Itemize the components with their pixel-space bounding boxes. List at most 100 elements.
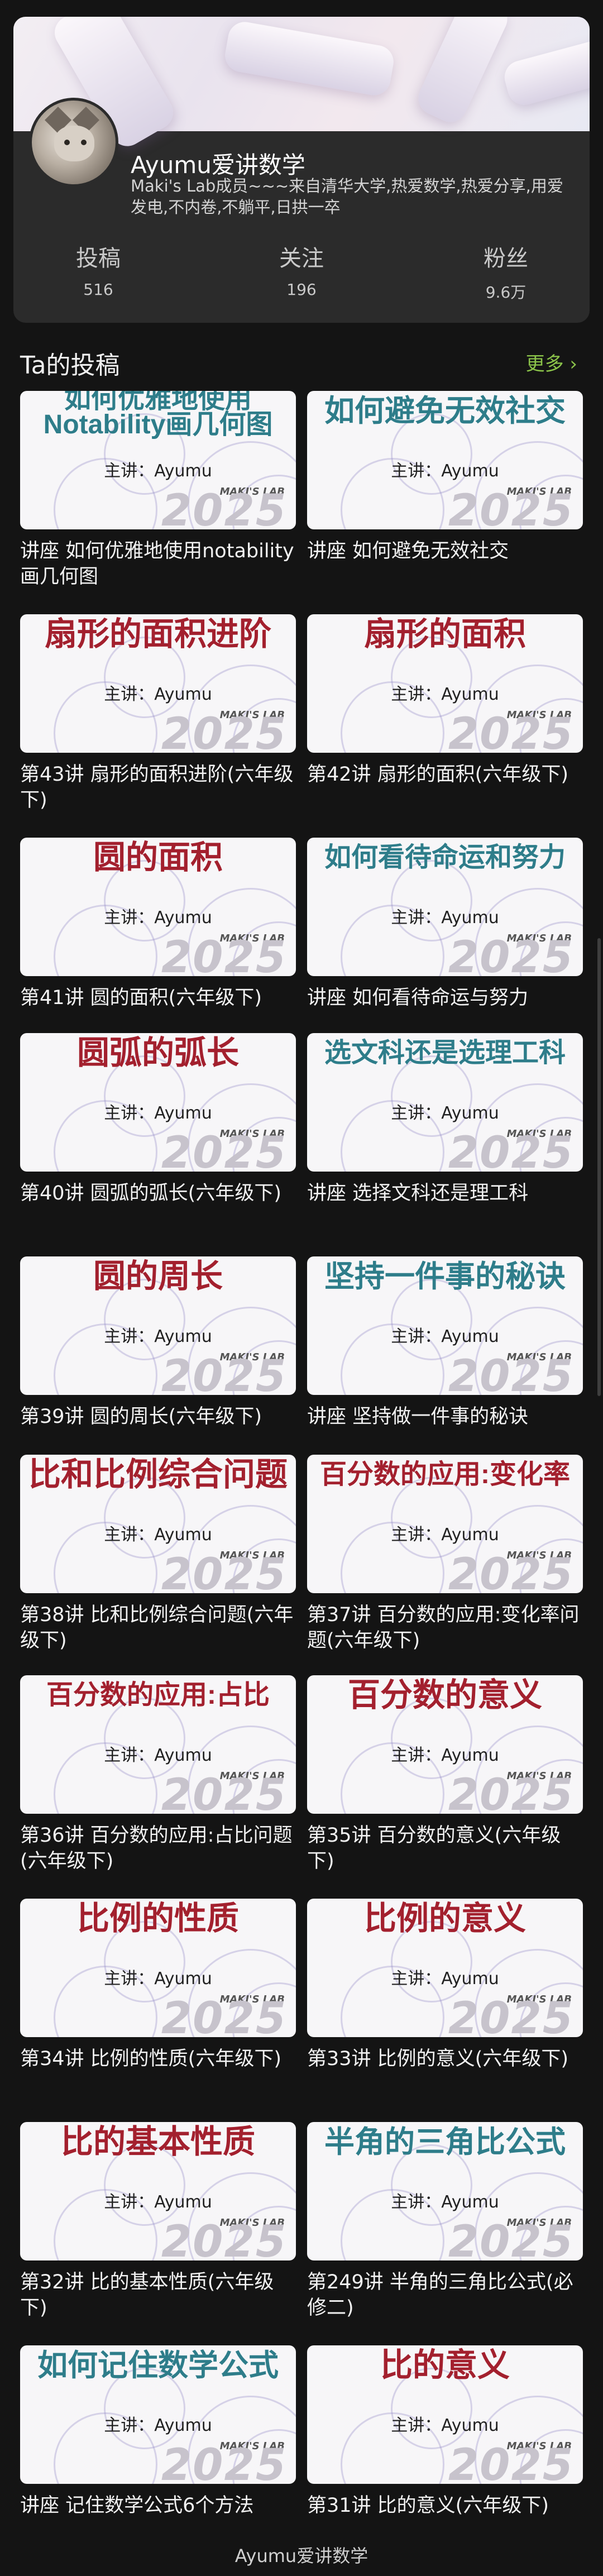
video-card[interactable]: 圆的面积 主讲：Ayumu MAKI'S LAB 2025 第41讲 圆的面积(六年级下…: [20, 838, 296, 1011]
stat-value: 196: [286, 280, 317, 299]
cover-speaker: 主讲：Ayumu: [391, 1327, 499, 1346]
stat-posts[interactable]: 投稿 516: [42, 240, 154, 299]
video-thumbnail[interactable]: 如何优雅地使用Notability画几何图 主讲：Ayumu MAKI'S LAB 2…: [20, 391, 296, 529]
video-title[interactable]: 第249讲 半角的三角比公式(必修二): [307, 2269, 583, 2321]
cover-speaker: 主讲：Ayumu: [391, 461, 499, 481]
video-title[interactable]: 第34讲 比例的性质(六年级下): [20, 2046, 296, 2072]
video-title[interactable]: 第36讲 百分数的应用:占比问题(六年级下): [20, 1823, 296, 1874]
cover-year: 2025: [161, 1770, 287, 1814]
cover-speaker: 主讲：Ayumu: [104, 1327, 212, 1346]
video-thumbnail[interactable]: 扇形的面积进阶 主讲：Ayumu MAKI'S LAB 2025: [20, 614, 296, 753]
section-title: Ta的投稿: [20, 351, 120, 380]
cover-year: 2025: [161, 2217, 287, 2260]
video-thumbnail[interactable]: 如何记住数学公式 主讲：Ayumu MAKI'S LAB 2025: [20, 2345, 296, 2484]
cover-title: 比的基本性质: [60, 2124, 255, 2160]
cover-title: 选文科还是选理工科: [324, 1038, 566, 1068]
video-card[interactable]: 比例的意义 主讲：Ayumu MAKI'S LAB 2025 第33讲 比例的意义(六年…: [307, 1899, 583, 2072]
video-thumbnail[interactable]: 比的意义 主讲：Ayumu MAKI'S LAB 2025: [307, 2345, 583, 2484]
video-card[interactable]: 选文科还是选理工科 主讲：Ayumu MAKI'S LAB 2025 讲座 选择文科还是…: [307, 1033, 583, 1206]
scrollbar[interactable]: [597, 938, 601, 1396]
video-thumbnail[interactable]: 如何看待命运和努力 主讲：Ayumu MAKI'S LAB 2025: [307, 838, 583, 976]
cover-year: 2025: [161, 486, 287, 529]
video-title[interactable]: 第38讲 比和比例综合问题(六年级下): [20, 1602, 296, 1653]
video-card[interactable]: 比的基本性质 主讲：Ayumu MAKI'S LAB 2025 第32讲 比的基本性质(…: [20, 2122, 296, 2321]
stat-following[interactable]: 关注 196: [246, 240, 357, 299]
video-thumbnail[interactable]: 比例的意义 主讲：Ayumu MAKI'S LAB 2025: [307, 1899, 583, 2037]
cover-title: 百分数的意义: [347, 1677, 542, 1713]
cover-year: 2025: [448, 1994, 574, 2037]
video-card[interactable]: 如何避免无效社交 主讲：Ayumu MAKI'S LAB 2025 讲座 如何避免无效社…: [307, 391, 583, 564]
cover-year: 2025: [161, 1550, 287, 1593]
video-title[interactable]: 第40讲 圆弧的弧长(六年级下): [20, 1181, 296, 1206]
cover-speaker: 主讲：Ayumu: [104, 908, 212, 928]
video-title[interactable]: 讲座 如何优雅地使用notability画几何图: [20, 538, 296, 590]
video-title[interactable]: 讲座 选择文科还是理工科: [307, 1181, 583, 1206]
video-title[interactable]: 第43讲 扇形的面积进阶(六年级下): [20, 762, 296, 813]
video-thumbnail[interactable]: 比和比例综合问题 主讲：Ayumu MAKI'S LAB 2025: [20, 1455, 296, 1593]
video-thumbnail[interactable]: 圆的面积 主讲：Ayumu MAKI'S LAB 2025: [20, 838, 296, 976]
avatar[interactable]: [29, 98, 118, 187]
video-thumbnail[interactable]: 坚持一件事的秘诀 主讲：Ayumu MAKI'S LAB 2025: [307, 1256, 583, 1395]
cover-title: 比和比例综合问题: [28, 1456, 288, 1493]
video-card[interactable]: 如何优雅地使用Notability画几何图 主讲：Ayumu MAKI'S LAB 2…: [20, 391, 296, 590]
video-card[interactable]: 比和比例综合问题 主讲：Ayumu MAKI'S LAB 2025 第38讲 比和比例综…: [20, 1455, 296, 1653]
cover-title: 坚持一件事的秘诀: [324, 1260, 566, 1293]
video-thumbnail[interactable]: 百分数的应用:占比 主讲：Ayumu MAKI'S LAB 2025: [20, 1675, 296, 1814]
video-thumbnail[interactable]: 半角的三角比公式 主讲：Ayumu MAKI'S LAB 2025: [307, 2122, 583, 2260]
cover-speaker: 主讲：Ayumu: [391, 685, 499, 704]
cover-speaker: 主讲：Ayumu: [104, 685, 212, 704]
stat-label: 投稿: [76, 246, 121, 271]
video-title[interactable]: 第41讲 圆的面积(六年级下): [20, 985, 296, 1011]
video-card[interactable]: 比例的性质 主讲：Ayumu MAKI'S LAB 2025 第34讲 比例的性质(六年…: [20, 1899, 296, 2072]
video-card[interactable]: 半角的三角比公式 主讲：Ayumu MAKI'S LAB 2025 第249讲 半角的三…: [307, 2122, 583, 2321]
cover-title: 圆弧的弧长: [76, 1035, 239, 1071]
stat-label: 粉丝: [484, 246, 528, 271]
video-card[interactable]: 圆弧的弧长 主讲：Ayumu MAKI'S LAB 2025 第40讲 圆弧的弧长(六年…: [20, 1033, 296, 1206]
cover-speaker: 主讲：Ayumu: [391, 1103, 499, 1123]
video-thumbnail[interactable]: 百分数的应用:变化率 主讲：Ayumu MAKI'S LAB 2025: [307, 1455, 583, 1593]
video-thumbnail[interactable]: 圆的周长 主讲：Ayumu MAKI'S LAB 2025: [20, 1256, 296, 1395]
video-thumbnail[interactable]: 比的基本性质 主讲：Ayumu MAKI'S LAB 2025: [20, 2122, 296, 2260]
cover-speaker: 主讲：Ayumu: [391, 2192, 499, 2212]
video-title[interactable]: 讲座 如何避免无效社交: [307, 538, 583, 564]
video-thumbnail[interactable]: 选文科还是选理工科 主讲：Ayumu MAKI'S LAB 2025: [307, 1033, 583, 1172]
cover-title: 百分数的应用:变化率: [320, 1460, 570, 1489]
cover-title: 半角的三角比公式: [324, 2125, 566, 2159]
video-thumbnail[interactable]: 百分数的意义 主讲：Ayumu MAKI'S LAB 2025: [307, 1675, 583, 1814]
video-title[interactable]: 讲座 如何看待命运与努力: [307, 985, 583, 1011]
video-card[interactable]: 圆的周长 主讲：Ayumu MAKI'S LAB 2025 第39讲 圆的周长(六年级下…: [20, 1256, 296, 1430]
cover-speaker: 主讲：Ayumu: [391, 908, 499, 928]
video-card[interactable]: 百分数的意义 主讲：Ayumu MAKI'S LAB 2025 第35讲 百分数的意义(…: [307, 1675, 583, 1874]
video-title[interactable]: 第42讲 扇形的面积(六年级下): [307, 762, 583, 787]
video-thumbnail[interactable]: 比例的性质 主讲：Ayumu MAKI'S LAB 2025: [20, 1899, 296, 2037]
video-card[interactable]: 扇形的面积 主讲：Ayumu MAKI'S LAB 2025 第42讲 扇形的面积(六年…: [307, 614, 583, 787]
video-thumbnail[interactable]: 如何避免无效社交 主讲：Ayumu MAKI'S LAB 2025: [307, 391, 583, 529]
video-card[interactable]: 百分数的应用:变化率 主讲：Ayumu MAKI'S LAB 2025 第37讲 百分数…: [307, 1455, 583, 1653]
video-card[interactable]: 如何记住数学公式 主讲：Ayumu MAKI'S LAB 2025 讲座 记住数学公式6…: [20, 2345, 296, 2518]
video-card[interactable]: 百分数的应用:占比 主讲：Ayumu MAKI'S LAB 2025 第36讲 百分数的…: [20, 1675, 296, 1874]
cover-year: 2025: [161, 2440, 287, 2484]
cover-year: 2025: [448, 2440, 574, 2484]
video-title[interactable]: 第37讲 百分数的应用:变化率问题(六年级下): [307, 1602, 583, 1653]
video-title[interactable]: 第32讲 比的基本性质(六年级下): [20, 2269, 296, 2321]
video-thumbnail[interactable]: 圆弧的弧长 主讲：Ayumu MAKI'S LAB 2025: [20, 1033, 296, 1172]
more-link[interactable]: 更多 ›: [526, 348, 577, 376]
video-title[interactable]: 讲座 坚持做一件事的秘诀: [307, 1404, 583, 1430]
video-thumbnail[interactable]: 扇形的面积 主讲：Ayumu MAKI'S LAB 2025: [307, 614, 583, 753]
video-title[interactable]: 第31讲 比的意义(六年级下): [307, 2493, 583, 2518]
video-card[interactable]: 扇形的面积进阶 主讲：Ayumu MAKI'S LAB 2025 第43讲 扇形的面积进…: [20, 614, 296, 813]
video-title[interactable]: 第33讲 比例的意义(六年级下): [307, 2046, 583, 2072]
cover-year: 2025: [161, 1128, 287, 1172]
cover-title: 百分数的应用:占比: [46, 1680, 270, 1710]
cover-year: 2025: [448, 933, 574, 976]
cover-title: 如何优雅地使用Notability画几何图: [43, 391, 273, 439]
video-card[interactable]: 如何看待命运和努力 主讲：Ayumu MAKI'S LAB 2025 讲座 如何看待命运…: [307, 838, 583, 1011]
video-title[interactable]: 第39讲 圆的周长(六年级下): [20, 1404, 296, 1430]
video-title[interactable]: 讲座 记住数学公式6个方法: [20, 2493, 296, 2518]
cover-speaker: 主讲：Ayumu: [104, 461, 212, 481]
stat-followers[interactable]: 粉丝 9.6万: [450, 240, 562, 303]
cover-title: 比例的意义: [363, 1900, 526, 1937]
video-title[interactable]: 第35讲 百分数的意义(六年级下): [307, 1823, 583, 1874]
video-card[interactable]: 比的意义 主讲：Ayumu MAKI'S LAB 2025 第31讲 比的意义(六年级下…: [307, 2345, 583, 2518]
video-card[interactable]: 坚持一件事的秘诀 主讲：Ayumu MAKI'S LAB 2025 讲座 坚持做一件事的…: [307, 1256, 583, 1430]
